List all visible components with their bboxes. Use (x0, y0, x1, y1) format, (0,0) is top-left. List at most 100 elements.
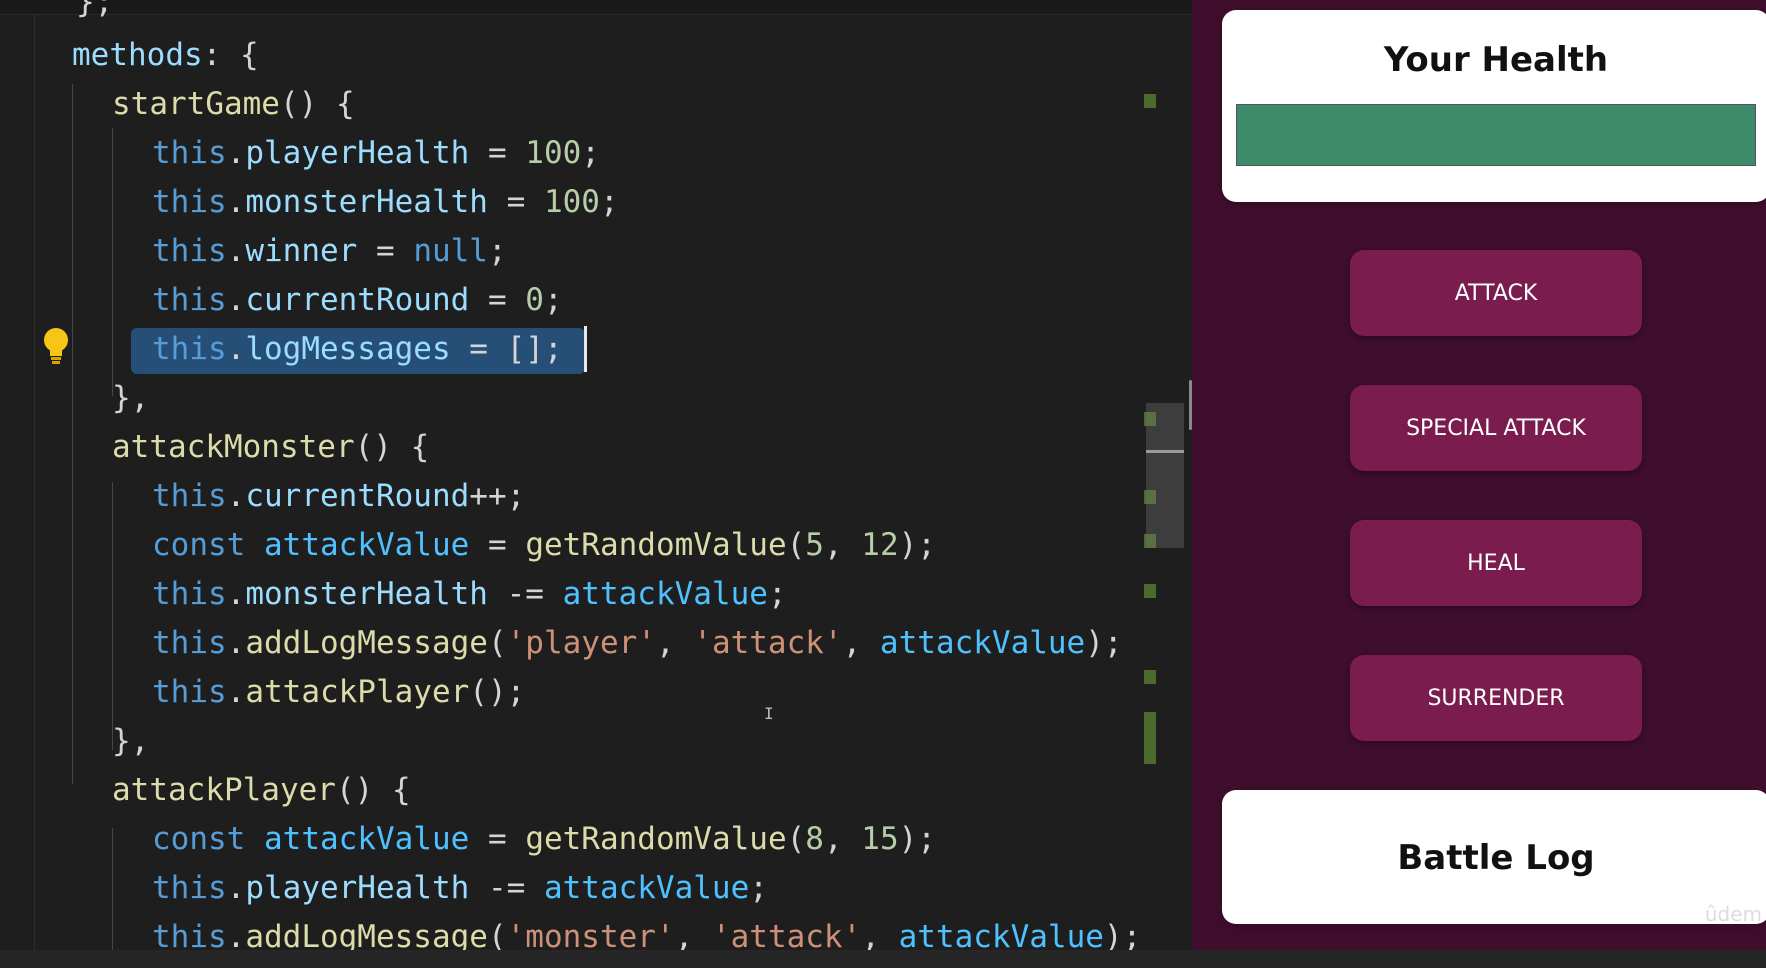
code-token: attackValue (898, 919, 1104, 950)
code-token: . (226, 233, 246, 269)
code-line[interactable]: const attackValue = getRandomValue(8, 15… (152, 818, 936, 860)
code-token: , (674, 919, 712, 950)
code-token: . (226, 184, 246, 220)
watermark: ûdem (1704, 902, 1762, 926)
code-token: winner (245, 233, 358, 269)
code-token: this (152, 478, 227, 514)
code-token: 'attack' (711, 919, 862, 950)
code-token: this (152, 331, 227, 367)
editor-top-strip (0, 0, 1192, 15)
code-token: . (226, 135, 246, 171)
code-lines[interactable]: methods: {startGame() {this.playerHealth… (0, 0, 1192, 950)
code-token: . (226, 919, 246, 950)
minimap-mark (1144, 584, 1156, 598)
code-token: }, (112, 723, 150, 759)
scrollbar-thumb[interactable] (1146, 403, 1184, 548)
bottom-bar (0, 950, 1766, 968)
code-token: 8 (805, 821, 824, 857)
code-line[interactable]: this.monsterHealth = 100; (152, 181, 619, 223)
code-token: addLogMessage (245, 919, 488, 950)
code-line[interactable]: attackMonster() { (112, 426, 429, 468)
code-token: . (226, 478, 246, 514)
code-token: getRandomValue (525, 821, 787, 857)
code-token: attackMonster (112, 429, 355, 465)
attack-button[interactable]: ATTACK (1350, 250, 1642, 336)
code-token: (); (469, 674, 526, 710)
code-token: const (152, 821, 246, 857)
special-attack-button[interactable]: SPECIAL ATTACK (1350, 385, 1642, 471)
mouse-ibeam-icon: I (764, 704, 774, 723)
code-token: () { (279, 86, 355, 122)
code-token: 'monster' (506, 919, 675, 950)
code-token: ( (487, 919, 507, 950)
lightbulb-icon[interactable] (40, 326, 72, 366)
code-token: 12 (861, 527, 899, 563)
code-token: = (469, 821, 526, 857)
code-token: . (226, 282, 246, 318)
code-line[interactable]: }, (112, 720, 149, 762)
code-token: = (469, 282, 526, 318)
code-line[interactable]: startGame() { (112, 83, 355, 125)
code-token: ( (786, 527, 806, 563)
code-token: addLogMessage (245, 625, 488, 661)
code-token: , (861, 919, 899, 950)
code-token: attackValue (264, 527, 470, 563)
code-token: this (152, 674, 227, 710)
code-token: this (152, 625, 227, 661)
code-token: () { (354, 429, 430, 465)
code-token: startGame (112, 86, 280, 122)
code-token: attackValue (264, 821, 470, 857)
health-title: Your Health (1383, 40, 1609, 80)
code-token: ; (543, 282, 563, 318)
code-line[interactable]: this.playerHealth = 100; (152, 132, 600, 174)
code-token: ); (1103, 919, 1142, 950)
surrender-button[interactable]: SURRENDER (1350, 655, 1642, 741)
health-bar (1236, 104, 1756, 166)
code-token: : { (202, 37, 259, 73)
code-line[interactable]: this.addLogMessage('player', 'attack', a… (152, 622, 1123, 664)
code-token: logMessages (245, 331, 451, 367)
code-token: playerHealth (245, 135, 470, 171)
code-line[interactable]: this.attackPlayer(); (152, 671, 525, 713)
code-token: this (152, 282, 227, 318)
code-token: . (226, 674, 246, 710)
code-line[interactable]: methods: { (72, 34, 259, 76)
code-token: . (226, 625, 246, 661)
code-token: ); (898, 527, 936, 563)
code-token: this (152, 184, 227, 220)
code-token: attackValue (543, 870, 750, 906)
code-token: , (823, 527, 862, 563)
code-token: attackValue (879, 625, 1086, 661)
code-line[interactable]: attackPlayer() { (112, 769, 411, 811)
battle-log-card: Battle Log (1222, 790, 1766, 924)
code-fragment-top: }; (76, 0, 114, 20)
code-token: , (842, 625, 880, 661)
code-line[interactable]: this.logMessages = []; (152, 328, 563, 370)
code-editor[interactable]: }; methods: {startGame() {this.playerHea… (0, 0, 1192, 950)
heal-button[interactable]: HEAL (1350, 520, 1642, 606)
code-token: = (469, 527, 526, 563)
code-line[interactable]: }, (112, 377, 149, 419)
code-line[interactable]: this.playerHealth -= attackValue; (152, 867, 768, 909)
code-token: ; (749, 870, 768, 906)
code-token: monsterHealth (245, 576, 488, 612)
minimap-mark (1144, 712, 1156, 764)
code-line[interactable]: this.currentRound = 0; (152, 279, 563, 321)
code-line[interactable]: this.currentRound++; (152, 475, 525, 517)
code-token: this (152, 135, 227, 171)
code-line[interactable]: this.addLogMessage('monster', 'attack', … (152, 916, 1141, 950)
code-token: . (226, 576, 246, 612)
code-token: ; (581, 135, 600, 171)
code-token: ( (786, 821, 806, 857)
code-token: this (152, 919, 227, 950)
minimap-mark (1144, 670, 1156, 684)
code-line[interactable]: this.monsterHealth -= attackValue; (152, 573, 787, 615)
code-token: attackPlayer (245, 674, 470, 710)
code-token: monsterHealth (245, 184, 488, 220)
code-token: () { (335, 772, 411, 808)
code-line[interactable]: const attackValue = getRandomValue(5, 12… (152, 524, 936, 566)
code-line[interactable]: this.winner = null; (152, 230, 507, 272)
health-bar-fill (1237, 105, 1755, 165)
